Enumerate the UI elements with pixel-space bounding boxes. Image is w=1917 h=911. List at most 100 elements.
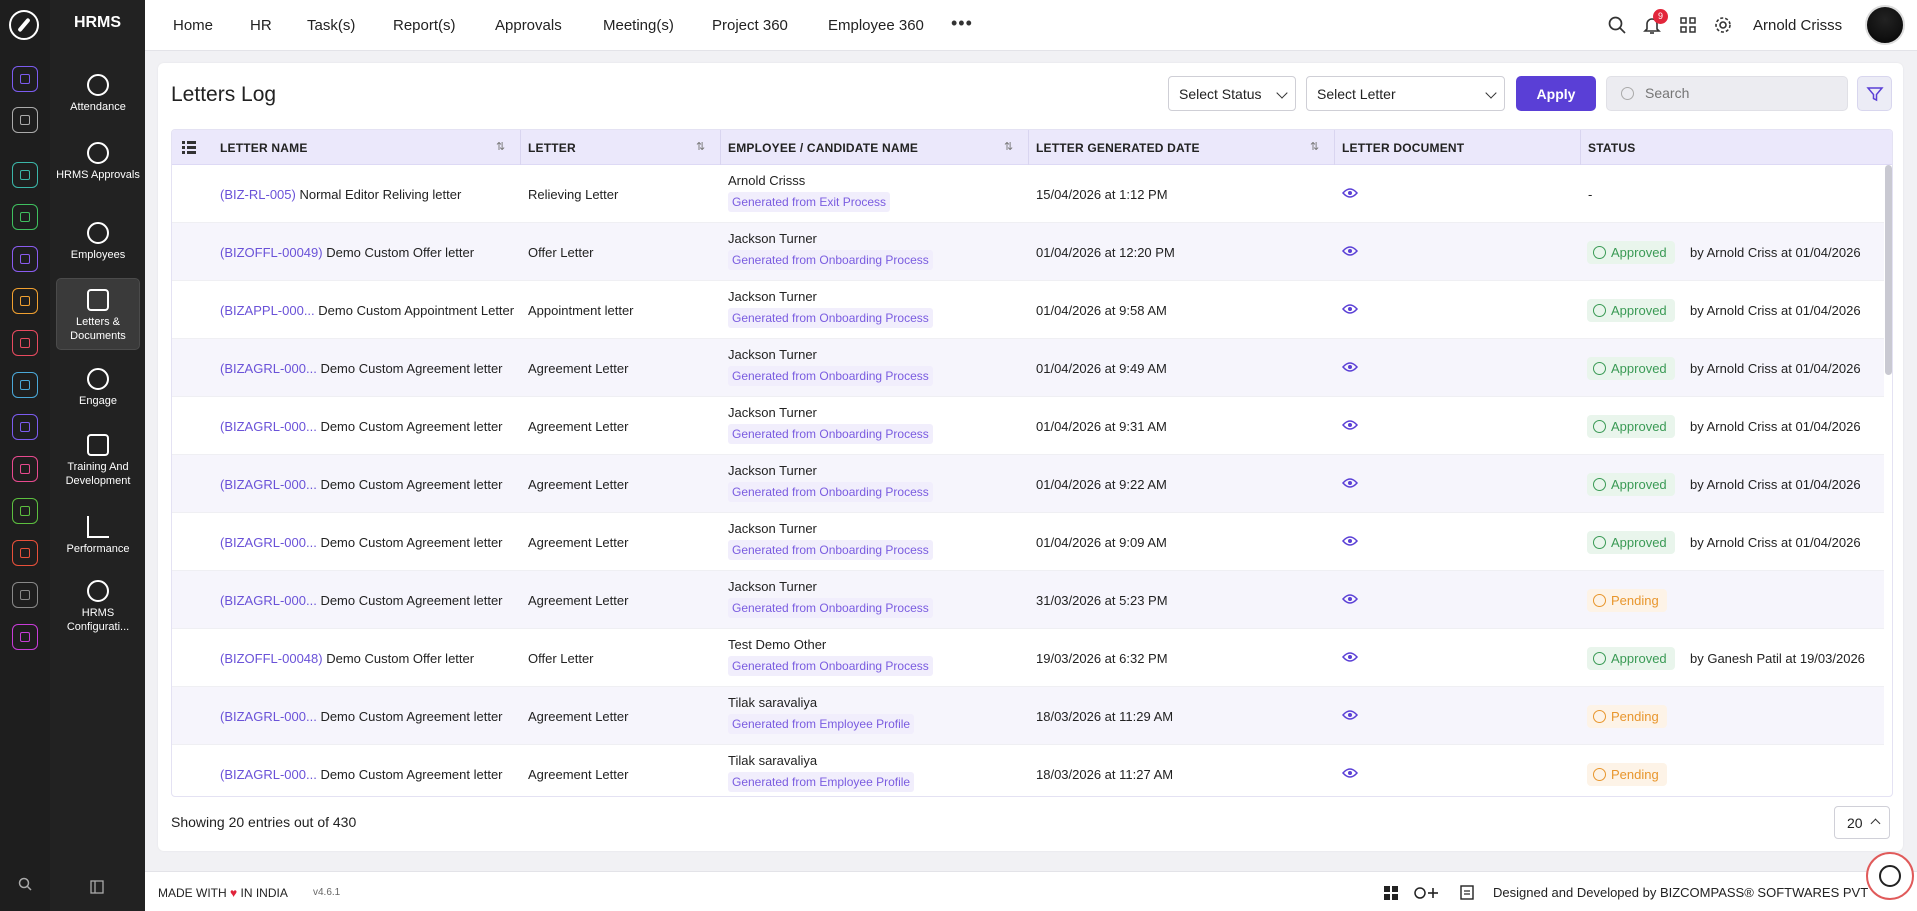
sidebar-item-training[interactable]: Training And Development bbox=[56, 430, 140, 488]
sidebar-item-hrms-approvals[interactable]: HRMS Approvals bbox=[56, 138, 140, 182]
app-logo[interactable] bbox=[9, 10, 39, 40]
eye-icon[interactable] bbox=[1342, 188, 1358, 198]
table-row[interactable]: (BIZAGRL-000... Demo Custom Agreement le… bbox=[172, 455, 1884, 513]
rail-module-icon[interactable] bbox=[12, 414, 38, 440]
rail-module-icon[interactable] bbox=[12, 162, 38, 188]
search-icon[interactable] bbox=[1607, 15, 1629, 37]
nav-project-360[interactable]: Project 360 bbox=[712, 17, 788, 34]
letter-code[interactable]: (BIZAGRL-000... bbox=[220, 593, 317, 608]
letter-code[interactable]: (BIZAGRL-000... bbox=[220, 535, 317, 550]
status-badge: Approved bbox=[1587, 299, 1675, 322]
windows-icon[interactable] bbox=[1384, 886, 1398, 900]
sidebar-item-employees[interactable]: Employees bbox=[56, 218, 140, 262]
letter-code[interactable]: (BIZAGRL-000... bbox=[220, 767, 317, 782]
eye-icon[interactable] bbox=[1342, 362, 1358, 372]
rail-module-icon[interactable] bbox=[12, 540, 38, 566]
page-size-select[interactable]: 20 bbox=[1834, 806, 1890, 839]
sidebar-item-performance[interactable]: Performance bbox=[56, 512, 140, 556]
table-row[interactable]: (BIZAGRL-000... Demo Custom Agreement le… bbox=[172, 687, 1884, 745]
nav-approvals[interactable]: Approvals bbox=[495, 17, 562, 34]
sidebar-item-engage[interactable]: Engage bbox=[56, 364, 140, 408]
sidebar-item-hrms-configuration[interactable]: HRMS Configurati... bbox=[56, 576, 140, 634]
letter-code[interactable]: (BIZAGRL-000... bbox=[220, 419, 317, 434]
apply-button[interactable]: Apply bbox=[1516, 76, 1596, 111]
letter-code[interactable]: (BIZAGRL-000... bbox=[220, 361, 317, 376]
gear-icon bbox=[87, 580, 109, 602]
search-field bbox=[1606, 76, 1848, 111]
user-name[interactable]: Arnold Crisss bbox=[1753, 17, 1842, 34]
collapse-sidebar-icon[interactable] bbox=[84, 874, 110, 900]
rail-module-icon[interactable] bbox=[12, 330, 38, 356]
table-scrollbar[interactable] bbox=[1885, 165, 1892, 375]
letter-code[interactable]: (BIZAPPL-000... bbox=[220, 303, 315, 318]
nav-meetings[interactable]: Meeting(s) bbox=[603, 17, 674, 34]
header-letter-name[interactable]: LETTER NAME bbox=[220, 141, 308, 155]
search-input[interactable] bbox=[1645, 85, 1835, 101]
notification-badge: 9 bbox=[1653, 9, 1668, 24]
table-row[interactable]: (BIZAGRL-000... Demo Custom Agreement le… bbox=[172, 397, 1884, 455]
letter-code[interactable]: (BIZAGRL-000... bbox=[220, 477, 317, 492]
generated-date: 15/04/2026 at 1:12 PM bbox=[1036, 187, 1168, 202]
eye-icon[interactable] bbox=[1342, 536, 1358, 546]
header-letter[interactable]: LETTER bbox=[528, 141, 576, 155]
nav-hr[interactable]: HR bbox=[250, 17, 272, 34]
letter-code[interactable]: (BIZOFFL-00048) bbox=[220, 651, 323, 666]
sidebar-item-letters-documents[interactable]: Letters & Documents bbox=[56, 278, 140, 350]
filter-button[interactable] bbox=[1857, 76, 1892, 111]
gear-icon[interactable] bbox=[1713, 15, 1735, 37]
ellipsis-icon[interactable]: ••• bbox=[951, 13, 973, 34]
table-row[interactable]: (BIZAGRL-000... Demo Custom Agreement le… bbox=[172, 513, 1884, 571]
eye-icon[interactable] bbox=[1342, 304, 1358, 314]
letter-code[interactable]: (BIZOFFL-00049) bbox=[220, 245, 323, 260]
rail-module-icon[interactable] bbox=[12, 204, 38, 230]
rail-module-icon[interactable] bbox=[12, 66, 38, 92]
header-employee-name[interactable]: EMPLOYEE / CANDIDATE NAME bbox=[728, 141, 918, 155]
eye-icon[interactable] bbox=[1342, 768, 1358, 778]
eye-icon[interactable] bbox=[1342, 594, 1358, 604]
rail-module-icon[interactable] bbox=[12, 246, 38, 272]
status-select[interactable]: Select Status bbox=[1168, 76, 1296, 111]
rail-module-icon[interactable] bbox=[12, 372, 38, 398]
rail-module-icon[interactable] bbox=[12, 107, 38, 133]
eye-icon[interactable] bbox=[1342, 246, 1358, 256]
letter-code[interactable]: (BIZAGRL-000... bbox=[220, 709, 317, 724]
eye-icon[interactable] bbox=[1342, 420, 1358, 430]
eye-icon[interactable] bbox=[1342, 652, 1358, 662]
status-badge: Pending bbox=[1587, 763, 1667, 786]
header-generated-date[interactable]: LETTER GENERATED DATE bbox=[1036, 141, 1200, 155]
rail-module-icon[interactable] bbox=[12, 288, 38, 314]
table-body: (BIZ-RL-005) Normal Editor Reliving lett… bbox=[172, 165, 1892, 796]
column-settings-icon[interactable] bbox=[182, 141, 196, 154]
avatar[interactable] bbox=[1865, 5, 1905, 45]
app-title: HRMS bbox=[73, 14, 122, 31]
sort-icon[interactable]: ⇅ bbox=[696, 140, 710, 154]
rail-module-icon[interactable] bbox=[12, 582, 38, 608]
table-row[interactable]: (BIZOFFL-00048) Demo Custom Offer letter… bbox=[172, 629, 1884, 687]
rail-module-icon[interactable] bbox=[12, 456, 38, 482]
apps-grid-icon[interactable] bbox=[1678, 15, 1700, 37]
letter-code[interactable]: (BIZ-RL-005) bbox=[220, 187, 296, 202]
rail-module-icon[interactable] bbox=[12, 498, 38, 524]
letter-select[interactable]: Select Letter bbox=[1306, 76, 1505, 111]
nav-employee-360[interactable]: Employee 360 bbox=[828, 17, 924, 34]
sidebar-item-attendance[interactable]: Attendance bbox=[56, 70, 140, 114]
rail-module-icon[interactable] bbox=[12, 624, 38, 650]
stopwatch-button[interactable] bbox=[1866, 852, 1914, 900]
sort-icon[interactable]: ⇅ bbox=[1004, 140, 1018, 154]
nav-tasks[interactable]: Task(s) bbox=[307, 17, 355, 34]
support-icon[interactable] bbox=[1413, 885, 1441, 901]
table-row[interactable]: (BIZOFFL-00049) Demo Custom Offer letter… bbox=[172, 223, 1884, 281]
table-row[interactable]: (BIZAGRL-000... Demo Custom Agreement le… bbox=[172, 339, 1884, 397]
eye-icon[interactable] bbox=[1342, 478, 1358, 488]
nav-home[interactable]: Home bbox=[173, 17, 213, 34]
eye-icon[interactable] bbox=[1342, 710, 1358, 720]
document-icon[interactable] bbox=[1460, 885, 1474, 900]
table-row[interactable]: (BIZ-RL-005) Normal Editor Reliving lett… bbox=[172, 165, 1884, 223]
table-row[interactable]: (BIZAGRL-000... Demo Custom Agreement le… bbox=[172, 745, 1884, 796]
sort-icon[interactable]: ⇅ bbox=[1310, 140, 1324, 154]
search-icon[interactable] bbox=[12, 871, 38, 897]
nav-reports[interactable]: Report(s) bbox=[393, 17, 456, 34]
table-row[interactable]: (BIZAGRL-000... Demo Custom Agreement le… bbox=[172, 571, 1884, 629]
table-row[interactable]: (BIZAPPL-000... Demo Custom Appointment … bbox=[172, 281, 1884, 339]
sort-icon[interactable]: ⇅ bbox=[496, 140, 510, 154]
